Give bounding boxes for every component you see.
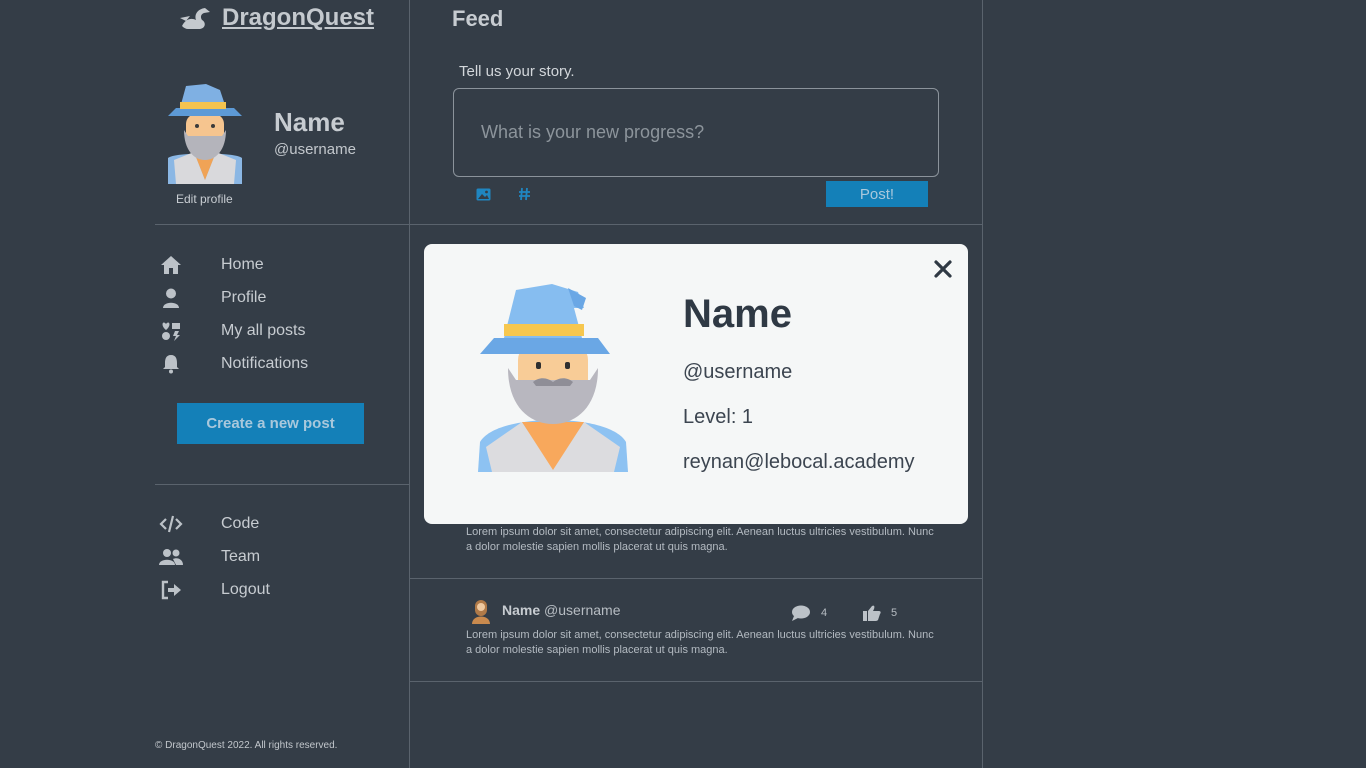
modal-name: Name xyxy=(683,292,792,336)
image-icon[interactable] xyxy=(475,186,491,202)
nav-label: Notifications xyxy=(221,355,309,372)
post-author: Name @username xyxy=(502,602,621,618)
profile-avatar[interactable] xyxy=(164,80,246,184)
comments-button[interactable]: 4 xyxy=(791,605,827,621)
modal-level: Level: 1 xyxy=(683,406,754,428)
user-icon xyxy=(159,286,183,310)
nav-item-team[interactable]: Team xyxy=(159,545,260,569)
post-text: Lorem ipsum dolor sit amet, consectetur … xyxy=(466,629,934,656)
modal-email: reynan@lebocal.academy xyxy=(683,451,915,473)
code-icon xyxy=(159,512,183,536)
posts-icon xyxy=(159,319,183,343)
story-input[interactable] xyxy=(453,88,939,177)
nav-label: Team xyxy=(221,548,261,565)
like-count: 5 xyxy=(891,607,898,619)
nav-label: Code xyxy=(221,515,260,532)
create-post-button[interactable]: Create a new post xyxy=(177,403,364,444)
dragon-logo-icon xyxy=(180,8,210,29)
nav-item-logout[interactable]: Logout xyxy=(159,578,270,602)
feed-right-divider xyxy=(982,0,983,768)
comment-count: 4 xyxy=(821,607,828,619)
nav-label: Profile xyxy=(221,289,267,306)
hashtag-icon[interactable] xyxy=(516,186,532,202)
modal-username: @username xyxy=(683,361,793,383)
logout-icon xyxy=(159,578,183,602)
nav-item-profile[interactable]: Profile xyxy=(159,286,266,310)
post-text: Lorem ipsum dolor sit amet, consectetur … xyxy=(466,526,934,553)
edit-profile-link[interactable]: Edit profile xyxy=(176,192,233,206)
copyright-text: © DragonQuest 2022. All rights reserved. xyxy=(155,740,338,751)
close-icon[interactable] xyxy=(932,258,954,280)
post-author-username: @username xyxy=(544,602,621,618)
home-icon xyxy=(159,253,183,277)
team-icon xyxy=(159,545,183,569)
nav-label: Home xyxy=(221,256,264,273)
nav-label: My all posts xyxy=(221,322,306,339)
comment-icon xyxy=(792,605,810,621)
bell-icon xyxy=(159,352,183,376)
modal-avatar xyxy=(478,284,628,472)
thumbs-up-icon xyxy=(863,605,881,621)
story-label: Tell us your story. xyxy=(459,63,575,80)
brand-name: DragonQuest xyxy=(222,4,375,31)
profile-username: @username xyxy=(274,141,356,158)
post-author-avatar[interactable] xyxy=(468,596,494,624)
post-button[interactable]: Post! xyxy=(826,181,928,207)
profile-name: Name xyxy=(274,107,345,137)
brand-logo-link[interactable]: DragonQuest xyxy=(178,4,374,32)
sidebar-separator xyxy=(155,484,409,485)
nav-item-home[interactable]: Home xyxy=(159,253,264,277)
sidebar-separator xyxy=(155,224,409,225)
nav-item-notifications[interactable]: Notifications xyxy=(159,352,308,376)
profile-modal: Name @username Level: 1 reynan@lebocal.a… xyxy=(424,244,968,524)
post-author-name: Name xyxy=(502,602,541,618)
like-button[interactable]: 5 xyxy=(863,605,897,621)
nav-item-code[interactable]: Code xyxy=(159,512,259,536)
feed-separator xyxy=(410,681,982,682)
feed-post: Name @username 4 5 Lorem ipsum dolor sit… xyxy=(410,578,982,681)
nav-item-my-posts[interactable]: My all posts xyxy=(159,319,305,343)
nav-label: Logout xyxy=(221,581,270,598)
page-title: Feed xyxy=(452,6,504,31)
